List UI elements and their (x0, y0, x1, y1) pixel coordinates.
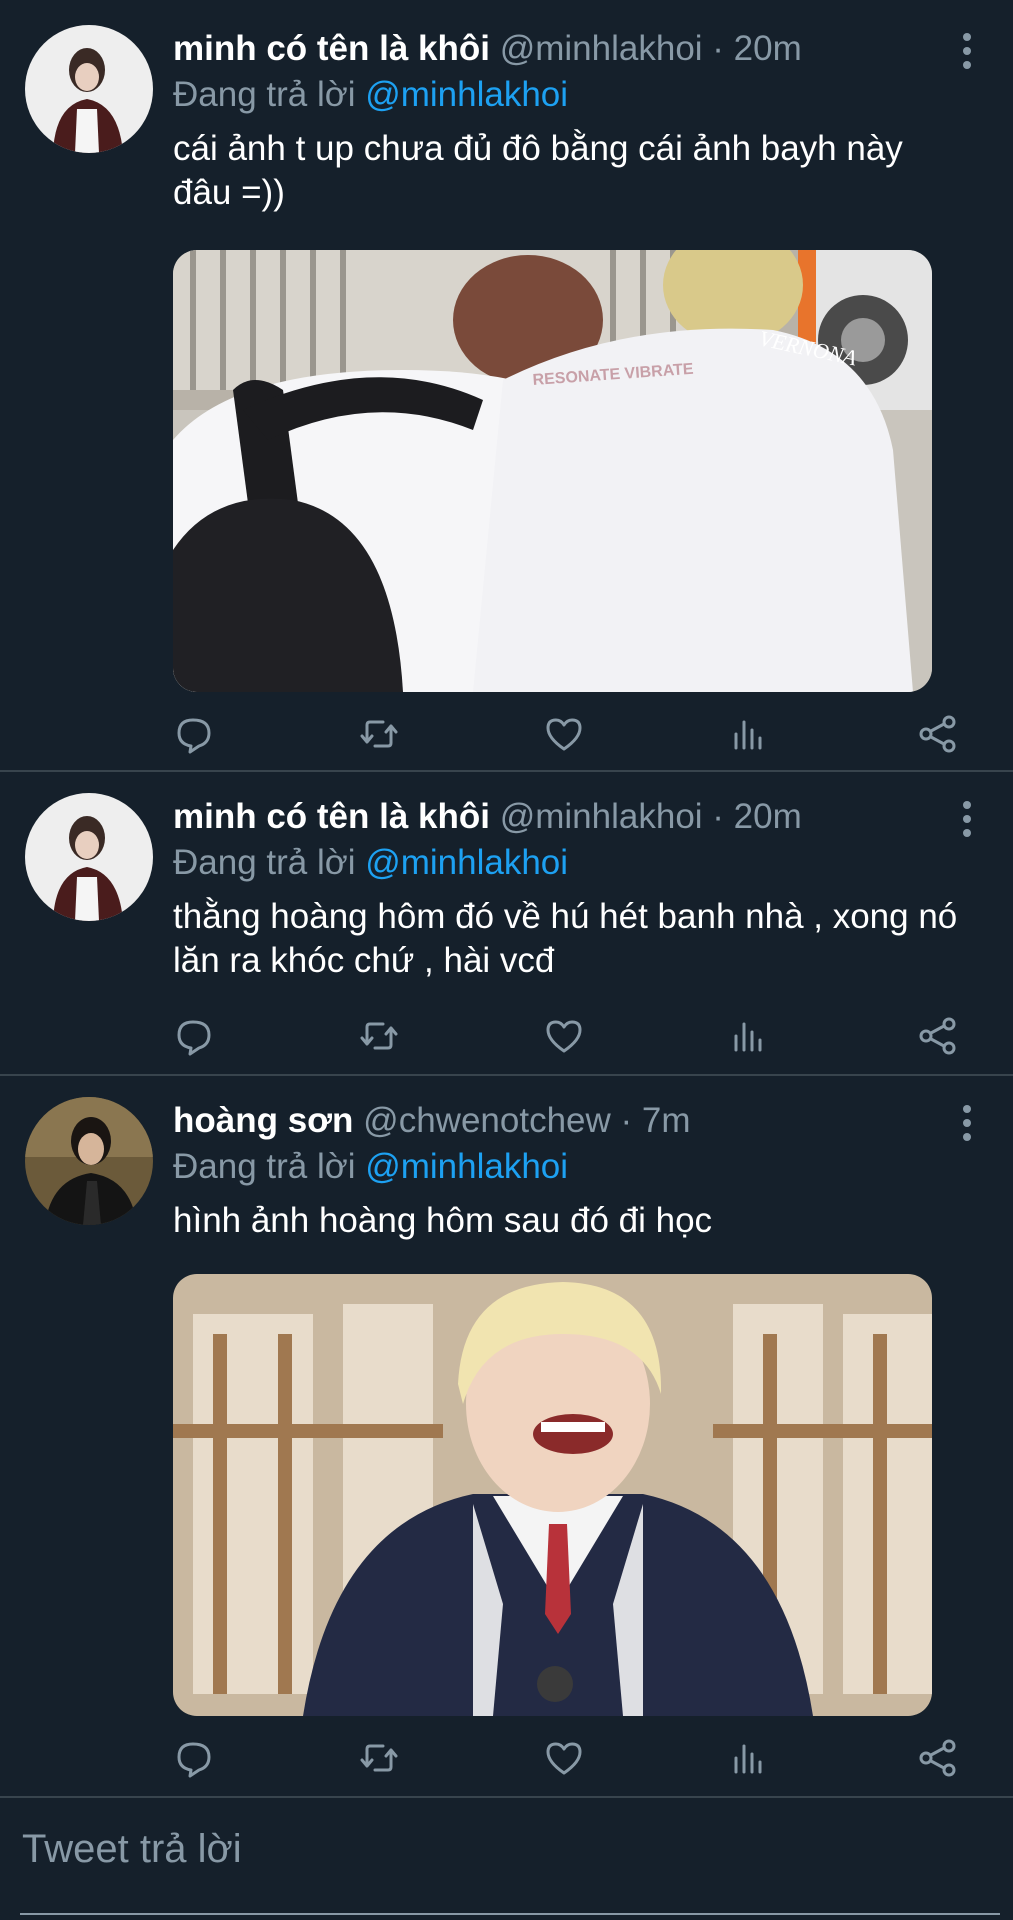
analytics-icon[interactable] (726, 1736, 770, 1780)
reply-composer (0, 1798, 1013, 1920)
more-options-icon[interactable] (961, 801, 973, 837)
reply-to-link[interactable]: @minhlakhoi (365, 843, 568, 882)
tweet-content: minh có tên là khôi @minhlakhoi · 20m Đa… (173, 25, 963, 215)
tweet-actions (173, 1014, 963, 1058)
tweet-image[interactable] (173, 1274, 932, 1716)
user-handle[interactable]: @chwenotchew (363, 1101, 611, 1140)
tweet-text: thằng hoàng hôm đó về hú hét banh nhà , … (173, 897, 958, 980)
display-name[interactable]: minh có tên là khôi (173, 29, 490, 68)
separator: · (702, 29, 734, 68)
tweet-text: cái ảnh t up chưa đủ đô bằng cái ảnh bay… (173, 129, 903, 212)
tweet-header: hoàng sơn @chwenotchew · 7m (173, 1097, 963, 1145)
tweet-content: minh có tên là khôi @minhlakhoi · 20m Đa… (173, 793, 963, 983)
analytics-icon[interactable] (726, 712, 770, 756)
like-icon[interactable] (542, 1736, 586, 1780)
reply-icon[interactable] (173, 712, 217, 756)
separator: · (610, 1101, 642, 1140)
reply-context: Đang trả lời @minhlakhoi (173, 1145, 963, 1189)
input-underline (20, 1913, 1000, 1915)
analytics-icon[interactable] (726, 1014, 770, 1058)
tweet[interactable]: minh có tên là khôi @minhlakhoi · 20m Đa… (0, 768, 1013, 1076)
retweet-icon[interactable] (357, 712, 401, 756)
user-handle[interactable]: @minhlakhoi (500, 797, 703, 836)
reply-context: Đang trả lời @minhlakhoi (173, 73, 963, 117)
reply-to-link[interactable]: @minhlakhoi (365, 1147, 568, 1186)
tweet-content: hoàng sơn @chwenotchew · 7m Đang trả lời… (173, 1097, 963, 1243)
more-options-icon[interactable] (961, 33, 973, 69)
tweet[interactable]: hoàng sơn @chwenotchew · 7m Đang trả lời… (0, 1072, 1013, 1798)
timestamp[interactable]: 20m (734, 797, 802, 836)
reply-input[interactable] (20, 1818, 984, 1880)
timestamp[interactable]: 7m (642, 1101, 691, 1140)
tweet-header: minh có tên là khôi @minhlakhoi · 20m (173, 25, 963, 73)
retweet-icon[interactable] (357, 1014, 401, 1058)
tweet-actions (173, 1736, 963, 1780)
share-icon[interactable] (916, 1736, 960, 1780)
reply-prefix: Đang trả lời (173, 843, 356, 882)
timestamp[interactable]: 20m (734, 29, 802, 68)
tweet-text: hình ảnh hoàng hôm sau đó đi học (173, 1201, 713, 1240)
avatar[interactable] (25, 793, 153, 921)
tweet-image[interactable]: RESONATE VIBRATE VERNONA (173, 250, 932, 692)
display-name[interactable]: minh có tên là khôi (173, 797, 490, 836)
tweet-header: minh có tên là khôi @minhlakhoi · 20m (173, 793, 963, 841)
display-name[interactable]: hoàng sơn (173, 1101, 353, 1140)
like-icon[interactable] (542, 712, 586, 756)
share-icon[interactable] (916, 1014, 960, 1058)
share-icon[interactable] (916, 712, 960, 756)
reply-prefix: Đang trả lời (173, 1147, 356, 1186)
reply-icon[interactable] (173, 1736, 217, 1780)
reply-prefix: Đang trả lời (173, 75, 356, 114)
user-handle[interactable]: @minhlakhoi (500, 29, 703, 68)
tweet[interactable]: minh có tên là khôi @minhlakhoi · 20m Đa… (0, 0, 1013, 772)
like-icon[interactable] (542, 1014, 586, 1058)
reply-icon[interactable] (173, 1014, 217, 1058)
tweet-actions (173, 712, 963, 756)
avatar[interactable] (25, 25, 153, 153)
separator: · (702, 797, 734, 836)
more-options-icon[interactable] (961, 1105, 973, 1141)
retweet-icon[interactable] (357, 1736, 401, 1780)
avatar[interactable] (25, 1097, 153, 1225)
reply-to-link[interactable]: @minhlakhoi (365, 75, 568, 114)
reply-context: Đang trả lời @minhlakhoi (173, 841, 963, 885)
